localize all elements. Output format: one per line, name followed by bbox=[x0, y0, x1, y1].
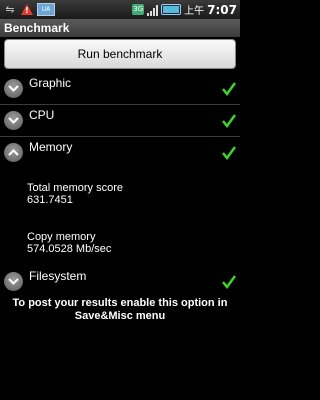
usb-icon: ⇋ bbox=[5, 3, 15, 16]
network-3g-icon: 3G bbox=[132, 4, 145, 15]
app-notification-icon: UA bbox=[37, 3, 55, 16]
copy-memory-score: Copy memory 574.0528 Mb/sec bbox=[27, 231, 111, 255]
copy-memory-value: 574.0528 Mb/sec bbox=[27, 243, 112, 255]
row-graphic[interactable]: Graphic bbox=[0, 73, 240, 105]
notice-line-1: To post your results enable this option … bbox=[12, 297, 228, 309]
row-label-filesystem: Filesystem bbox=[29, 269, 87, 283]
row-filesystem[interactable]: Filesystem bbox=[0, 266, 240, 298]
checkmark-icon bbox=[222, 81, 237, 100]
status-bar: ⇋ ! UA 3G 上午 7:07 bbox=[0, 0, 240, 19]
warning-icon: ! bbox=[21, 4, 33, 15]
chevron-down-icon[interactable] bbox=[4, 272, 23, 291]
notice-line-2: Save&Misc menu bbox=[74, 310, 166, 322]
total-memory-score: Total memory score 631.7451 bbox=[27, 182, 123, 206]
chevron-down-icon[interactable] bbox=[4, 111, 23, 130]
row-memory[interactable]: Memory bbox=[0, 137, 240, 169]
row-label-memory: Memory bbox=[29, 140, 73, 154]
chevron-up-icon[interactable] bbox=[4, 143, 23, 162]
total-memory-value: 631.7451 bbox=[27, 194, 73, 206]
row-label-cpu: CPU bbox=[29, 108, 55, 122]
chevron-down-icon[interactable] bbox=[4, 79, 23, 98]
checkmark-icon bbox=[222, 274, 237, 293]
app-title: Benchmark bbox=[0, 19, 240, 37]
run-benchmark-button[interactable]: Run benchmark bbox=[4, 39, 236, 69]
checkmark-icon bbox=[222, 145, 237, 164]
total-memory-label: Total memory score bbox=[27, 182, 123, 194]
battery-icon bbox=[161, 4, 182, 15]
row-label-graphic: Graphic bbox=[29, 76, 72, 90]
post-results-notice: To post your results enable this option … bbox=[0, 297, 240, 323]
status-ampm: 上午 bbox=[184, 6, 205, 17]
row-cpu[interactable]: CPU bbox=[0, 105, 240, 137]
status-time: 7:07 bbox=[207, 2, 237, 17]
checkmark-icon bbox=[222, 113, 237, 132]
copy-memory-label: Copy memory bbox=[27, 231, 96, 243]
signal-icon bbox=[147, 4, 159, 16]
